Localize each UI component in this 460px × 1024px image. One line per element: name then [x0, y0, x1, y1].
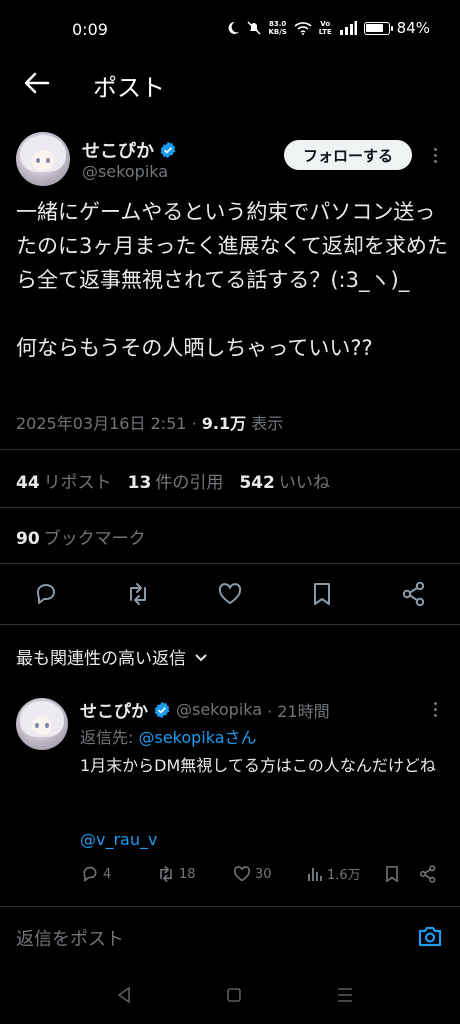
follow-button[interactable]: フォローする	[284, 140, 412, 170]
chevron-down-icon	[195, 653, 207, 661]
quotes-label: 件の引用	[155, 473, 224, 493]
reply-more-options-icon[interactable]	[426, 698, 444, 720]
wifi-icon	[294, 22, 312, 35]
author-name[interactable]: せこぴか	[82, 137, 177, 163]
reply-header: せこぴか @sekopika · 21時間	[80, 697, 330, 722]
quotes-stat[interactable]: 13 件の引用	[128, 468, 224, 493]
network-speed: 83.0 KB/S	[268, 20, 286, 36]
back-arrow-icon[interactable]	[22, 68, 52, 98]
status-icons: 83.0 KB/S Vo LTE 84%	[226, 19, 430, 37]
like-icon	[234, 866, 250, 882]
divider	[0, 906, 460, 907]
moon-icon	[228, 21, 240, 34]
reply-retweets-count: 18	[179, 866, 196, 882]
reposts-stat[interactable]: 44 リポスト	[16, 468, 112, 493]
avatar-eye	[45, 722, 49, 728]
views-label: 表示	[251, 414, 284, 433]
reposts-count: 44	[16, 473, 40, 493]
verified-badge-icon	[160, 141, 176, 159]
bookmarks-count: 90	[16, 529, 40, 549]
bookmark-icon[interactable]	[308, 580, 336, 608]
reply-like-action[interactable]: 30	[232, 864, 272, 884]
sort-label: 最も関連性の高い返信	[16, 649, 186, 669]
reply-likes-count: 30	[255, 866, 272, 882]
avatar-eye	[35, 157, 40, 163]
network-speed-value: 83.0	[268, 20, 287, 28]
post-meta: 2025年03月16日 2:51 · 9.1万 表示	[16, 410, 283, 434]
post-action-bar	[0, 574, 460, 614]
bookmarks-stat[interactable]: 90 ブックマーク	[16, 524, 146, 549]
network-speed-unit: KB/S	[268, 28, 287, 36]
share-icon[interactable]	[400, 580, 428, 608]
author-name-text[interactable]: せこぴか	[82, 137, 154, 163]
reply-to-prefix: 返信先:	[80, 728, 139, 747]
reply-icon	[83, 866, 97, 883]
reposts-label: リポスト	[43, 473, 112, 493]
avatar[interactable]	[16, 132, 70, 186]
retweet-icon	[160, 866, 172, 882]
reply-text: 1月末からDM無視してる方はこの人なんだけどね	[80, 756, 436, 775]
reply-replies-count: 4	[103, 866, 112, 882]
nav-back-icon[interactable]	[116, 986, 132, 1004]
reply-author-handle[interactable]: @sekopika	[176, 700, 262, 719]
reply-icon[interactable]	[32, 580, 60, 608]
bookmarks-label: ブックマーク	[43, 529, 146, 549]
reply-time: · 21時間	[267, 701, 330, 721]
more-options-icon[interactable]	[426, 144, 444, 166]
bookmark-icon[interactable]	[382, 864, 402, 884]
reply-to-handle[interactable]: @sekopikaさん	[138, 728, 256, 747]
likes-label: いいね	[278, 473, 330, 493]
battery-percent: 84%	[396, 19, 430, 37]
signal-icon	[339, 21, 357, 35]
reply-compose-input[interactable]: 返信をポスト	[16, 925, 124, 951]
avatar-eye	[35, 722, 39, 728]
reply-views-count: 1.6万	[327, 868, 361, 883]
reply-mention-link[interactable]: @v_rau_v	[80, 830, 157, 849]
views-chart-icon	[308, 867, 322, 881]
reply-retweet-action[interactable]: 18	[156, 864, 196, 884]
meta-separator: ·	[191, 414, 197, 433]
status-time: 0:09	[72, 20, 108, 39]
share-icon[interactable]	[418, 864, 438, 884]
volte-label: Vo LTE	[318, 20, 332, 36]
engagement-stats: 44 リポスト 13 件の引用 542 いいね	[16, 468, 330, 493]
author-handle[interactable]: @sekopika	[82, 162, 168, 181]
reply-to-line: 返信先: @sekopikaさん	[80, 724, 257, 748]
reply-sort-dropdown[interactable]: 最も関連性の高い返信	[16, 644, 208, 669]
like-icon[interactable]	[216, 580, 244, 608]
nav-menu-icon[interactable]	[336, 987, 354, 1003]
views-count: 9.1万	[201, 414, 247, 433]
reply-reply-action[interactable]: 4	[80, 864, 111, 884]
camera-icon[interactable]	[416, 922, 444, 950]
mute-bell-icon	[247, 21, 261, 35]
post-text: 一緒にゲームやるという約束でパソコン送ったのに3ヶ月まったく進展なくて返却を求め…	[16, 200, 448, 360]
battery-fill	[366, 24, 384, 32]
page-title: ポスト	[93, 74, 165, 102]
likes-stat[interactable]: 542 いいね	[239, 468, 330, 493]
divider	[0, 507, 460, 508]
status-bar: 0:09 83.0 KB/S Vo LTE 84%	[0, 0, 460, 58]
post-timestamp[interactable]: 2025年03月16日 2:51	[16, 414, 186, 433]
nav-home-icon[interactable]	[226, 987, 242, 1003]
verified-badge-icon	[154, 701, 170, 718]
reply-avatar[interactable]	[16, 698, 68, 750]
divider	[0, 449, 460, 450]
reply-author-name[interactable]: せこぴか	[80, 697, 148, 722]
system-nav-bar	[0, 970, 460, 1024]
avatar-eye	[46, 157, 50, 163]
battery-icon	[363, 21, 393, 35]
quotes-count: 13	[127, 473, 152, 493]
divider	[0, 563, 460, 564]
likes-count: 542	[239, 473, 275, 493]
retweet-icon[interactable]	[124, 580, 152, 608]
reply-views-action[interactable]: 1.6万	[306, 864, 361, 883]
reply-action-bar: 4 18 30 1.6万	[80, 864, 440, 888]
divider	[0, 624, 460, 625]
